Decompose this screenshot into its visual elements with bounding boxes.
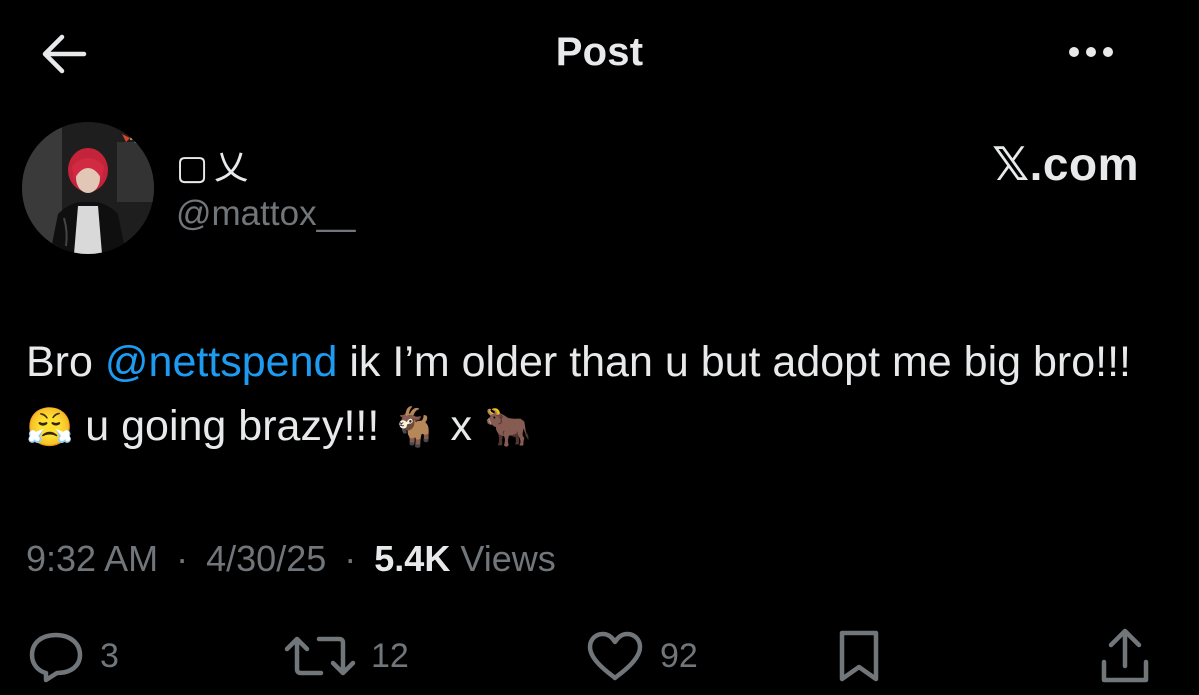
source-label: 𝕏.com: [992, 138, 1139, 190]
reply-count: 3: [100, 636, 119, 675]
profile-photo: [22, 122, 154, 254]
like-button[interactable]: 92: [584, 622, 698, 690]
mention-link[interactable]: @nettspend: [105, 338, 338, 386]
share-icon: [1101, 628, 1149, 683]
separator: ·: [176, 538, 189, 579]
post-time[interactable]: 9:32 AM: [26, 538, 158, 579]
page-title: Post: [555, 30, 644, 74]
post-date[interactable]: 4/30/25: [206, 538, 326, 579]
repost-count: 12: [371, 636, 409, 675]
views-count[interactable]: 5.4K: [374, 538, 450, 579]
more-horizontal-icon: [1069, 47, 1079, 57]
emoji-ox: 🐂: [483, 405, 532, 449]
emoji-steam-face: 😤: [26, 405, 74, 449]
post-meta: 9:32 AM · 4/30/25 · 5.4K Views: [26, 538, 556, 580]
avatar[interactable]: [22, 122, 154, 254]
heart-icon: [587, 631, 643, 681]
post-text-segment: ik I’m older than u but adopt me big bro…: [337, 338, 1143, 386]
reply-icon: [29, 632, 83, 683]
author-handle[interactable]: @mattox__: [176, 194, 356, 234]
like-count: 92: [660, 636, 698, 675]
back-button[interactable]: [34, 26, 94, 82]
repost-icon: [284, 636, 356, 676]
share-button[interactable]: [1096, 622, 1154, 690]
post-text-segment: Bro: [26, 338, 105, 386]
views-label: Views: [460, 538, 556, 579]
emoji-goat: 🐐: [391, 405, 439, 449]
author-display-name[interactable]: ▢乂: [176, 140, 254, 189]
post-text-segment: x: [438, 402, 484, 450]
separator: ·: [344, 538, 357, 579]
post-text-segment: u going brazy!!!: [73, 402, 392, 450]
bookmark-icon: [839, 630, 879, 682]
repost-button[interactable]: 12: [283, 622, 409, 690]
more-options-button[interactable]: [1056, 32, 1126, 72]
bookmark-button[interactable]: [832, 622, 886, 690]
post-text: Bro @nettspend ik I’m older than u but a…: [26, 330, 1166, 459]
reply-button[interactable]: 3: [26, 622, 119, 690]
arrow-left-icon: [42, 34, 87, 74]
